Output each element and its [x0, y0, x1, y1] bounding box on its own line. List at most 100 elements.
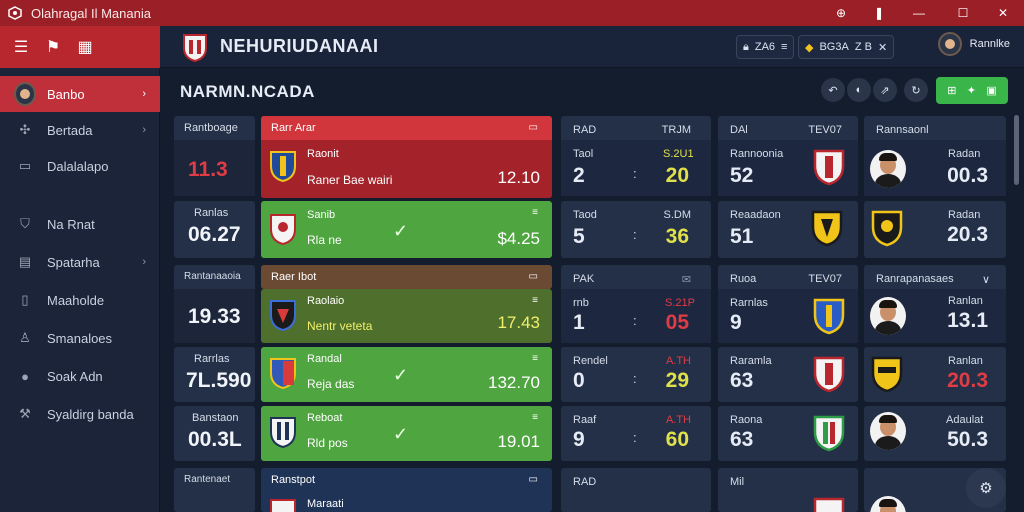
star-icon[interactable]: ✦ — [967, 84, 976, 97]
team-shield-icon — [871, 210, 903, 247]
window-icon[interactable]: ▣ — [986, 84, 996, 97]
maximize-button[interactable]: ☐ — [948, 0, 978, 26]
sidebar-item-label: Spatarha — [47, 254, 100, 270]
stat-value: 19.33 — [188, 305, 241, 328]
menu-icon[interactable]: ☰ — [10, 36, 32, 58]
player-card[interactable]: Adaulat 50.3 — [864, 406, 1006, 461]
flag-icon[interactable]: ⚑ — [42, 36, 64, 58]
player-card[interactable]: Rannsaonl Radan 00.3 — [864, 116, 1006, 196]
chevron-right-icon: › — [142, 124, 146, 136]
expand-icon[interactable]: ▭ — [529, 474, 538, 485]
odds-value: 132.70 — [488, 373, 540, 392]
score-card[interactable]: Taod S.DM 5 : 36 — [561, 201, 711, 258]
share-icon[interactable]: ⇗ — [873, 78, 897, 102]
shield-icon: ⛉ — [20, 216, 30, 231]
stat-value: 00.3L — [188, 428, 242, 451]
notification-icon[interactable]: ❚ — [864, 0, 894, 26]
sidebar-item-maaholde[interactable]: ▯ Maaholde — [0, 282, 160, 318]
menu-icon[interactable]: ≡ — [532, 207, 538, 218]
player-avatar — [870, 297, 906, 335]
sidebar-item-dalalalapo[interactable]: ▭ Dalalalapo — [0, 148, 160, 184]
circle-icon: ● — [21, 368, 29, 384]
chevron-down-icon[interactable]: ∨ — [982, 273, 990, 286]
score-card[interactable]: Rendel A.TH 0 : 29 — [561, 347, 711, 402]
menu-icon[interactable]: ≡ — [532, 295, 538, 306]
match-card[interactable]: ≡ Raolaio Nentr veteta 17.43 — [261, 289, 552, 343]
close-icon[interactable]: ✕ — [878, 41, 887, 54]
sidebar-item-banbo[interactable]: Banbo › — [0, 76, 160, 112]
monitor-icon: ▭ — [18, 158, 32, 173]
stat-card: Ranlas 06.27 — [174, 201, 255, 258]
help-icon[interactable]: ⊕ — [826, 0, 856, 26]
match-card[interactable]: Rarr Arar ▭ Raonit Raner Bae wairi 12.10 — [261, 116, 552, 198]
team-shield-icon — [813, 415, 845, 452]
team-shield-icon — [813, 356, 845, 393]
match-card[interactable]: ≡ Reboat Rld pos ✓ 19.01 — [261, 406, 552, 461]
sidebar-item-soak-adn[interactable]: ● Soak Adn — [0, 358, 160, 394]
team-card[interactable]: DAl TEV07 Rannoonia 52 — [718, 116, 858, 196]
grid-icon[interactable]: ▦ — [74, 36, 96, 58]
page-title: NARMN.NCADA — [180, 82, 315, 101]
lock-icon: 🔒︎ — [743, 40, 749, 53]
menu-icon[interactable]: ≡ — [532, 353, 538, 364]
mail-icon[interactable]: ✉ — [682, 273, 691, 286]
sidebar-item-smanaloes[interactable]: ♙ Smanaloes — [0, 320, 160, 356]
league-filter[interactable]: ◆ BG3A Z B ✕ — [798, 35, 895, 59]
sidebar-item-label: Banbo — [47, 86, 85, 102]
person-icon: ♙ — [19, 330, 31, 345]
player-card[interactable]: Radan 20.3 — [864, 201, 1006, 258]
lock-filter[interactable]: 🔒︎ ZA6 ≡ — [736, 35, 795, 59]
team-card[interactable]: Reaadaon 51 — [718, 201, 858, 258]
stat-card: Rantboage 11.3 — [174, 116, 255, 196]
team-shield-icon — [871, 356, 903, 393]
avatar — [937, 32, 962, 56]
sidebar: ☰ ⚑ ▦ Banbo › ✣ Bertada › ▭ Dalalalapo ⛉… — [0, 26, 160, 512]
menu-icon[interactable]: ≡ — [532, 412, 538, 423]
sidebar-item-label: Maaholde — [47, 292, 105, 308]
action-button-group[interactable]: ⊞ ✦ ▣ — [936, 77, 1008, 104]
sidebar-item-bertada[interactable]: ✣ Bertada › — [0, 112, 160, 148]
score-card[interactable]: Raaf A.TH 9 : 60 — [561, 406, 711, 461]
expand-icon[interactable]: ▭ — [529, 122, 538, 133]
match-card-header[interactable]: Raer Ibot ▭ — [261, 265, 552, 289]
match-card[interactable]: Ranstpot ▭ Maraati — [261, 468, 552, 512]
score-card[interactable]: RAD TRJM Taol S.2U1 2 : 20 — [561, 116, 711, 196]
team-card[interactable]: Raona 63 — [718, 406, 858, 461]
player-avatar — [870, 496, 906, 512]
team-shield-icon — [813, 149, 845, 186]
odds-value: $4.25 — [497, 229, 540, 248]
stat-value: 11.3 — [188, 158, 228, 181]
stat-card: Rantanaaoia 19.33 — [174, 265, 255, 343]
team-card[interactable]: Ruoa TEV07 Rarnlas 9 — [718, 265, 858, 343]
team-card[interactable]: Mil — [718, 468, 858, 512]
sidebar-item-syaldirg-banda[interactable]: ⚒ Syaldirg banda — [0, 396, 160, 432]
trophy-icon: ◆ — [805, 41, 814, 54]
score-card[interactable]: PAK ✉ rnb S.21P 1 : 05 — [561, 265, 711, 343]
match-card[interactable]: ≡ Randal Reja das ✓ 132.70 — [261, 347, 552, 402]
close-button[interactable]: ✕ — [988, 0, 1018, 26]
scrollbar[interactable] — [1014, 115, 1019, 185]
match-card[interactable]: ≡ Sanib Rla ne ✓ $4.25 — [261, 201, 552, 258]
contrast-icon[interactable]: ◐ — [847, 78, 871, 102]
minimize-button[interactable]: — — [904, 0, 934, 26]
player-card[interactable]: Ranrapanasaes ∨ Ranlan 13.1 — [864, 265, 1006, 343]
stat-card: Rantenaet — [174, 468, 255, 512]
expand-icon[interactable]: ▭ — [529, 271, 538, 282]
score-card[interactable]: RAD — [561, 468, 711, 512]
team-card[interactable]: Raramla 63 — [718, 347, 858, 402]
team-shield-icon — [811, 210, 843, 247]
refresh-icon[interactable]: ↻ — [904, 78, 928, 102]
team-crest-icon — [270, 417, 296, 448]
user-menu[interactable]: Rannlke — [937, 32, 1010, 56]
user-name: Rannlke — [969, 38, 1010, 50]
settings-icon[interactable]: ⚙ — [966, 468, 1006, 508]
check-icon: ✓ — [393, 221, 409, 241]
stat-card: Rarrlas 7L.590 — [174, 347, 255, 402]
player-card[interactable]: Ranlan 20.3 — [864, 347, 1006, 402]
check-icon: ✓ — [393, 365, 409, 385]
back-icon[interactable]: ↶ — [821, 78, 845, 102]
sidebar-item-na-rnat[interactable]: ⛉ Na Rnat — [0, 206, 160, 242]
team-crest-icon — [270, 151, 296, 182]
sidebar-item-spatarha[interactable]: ▤ Spatarha › — [0, 244, 160, 280]
add-icon[interactable]: ⊞ — [947, 84, 956, 97]
